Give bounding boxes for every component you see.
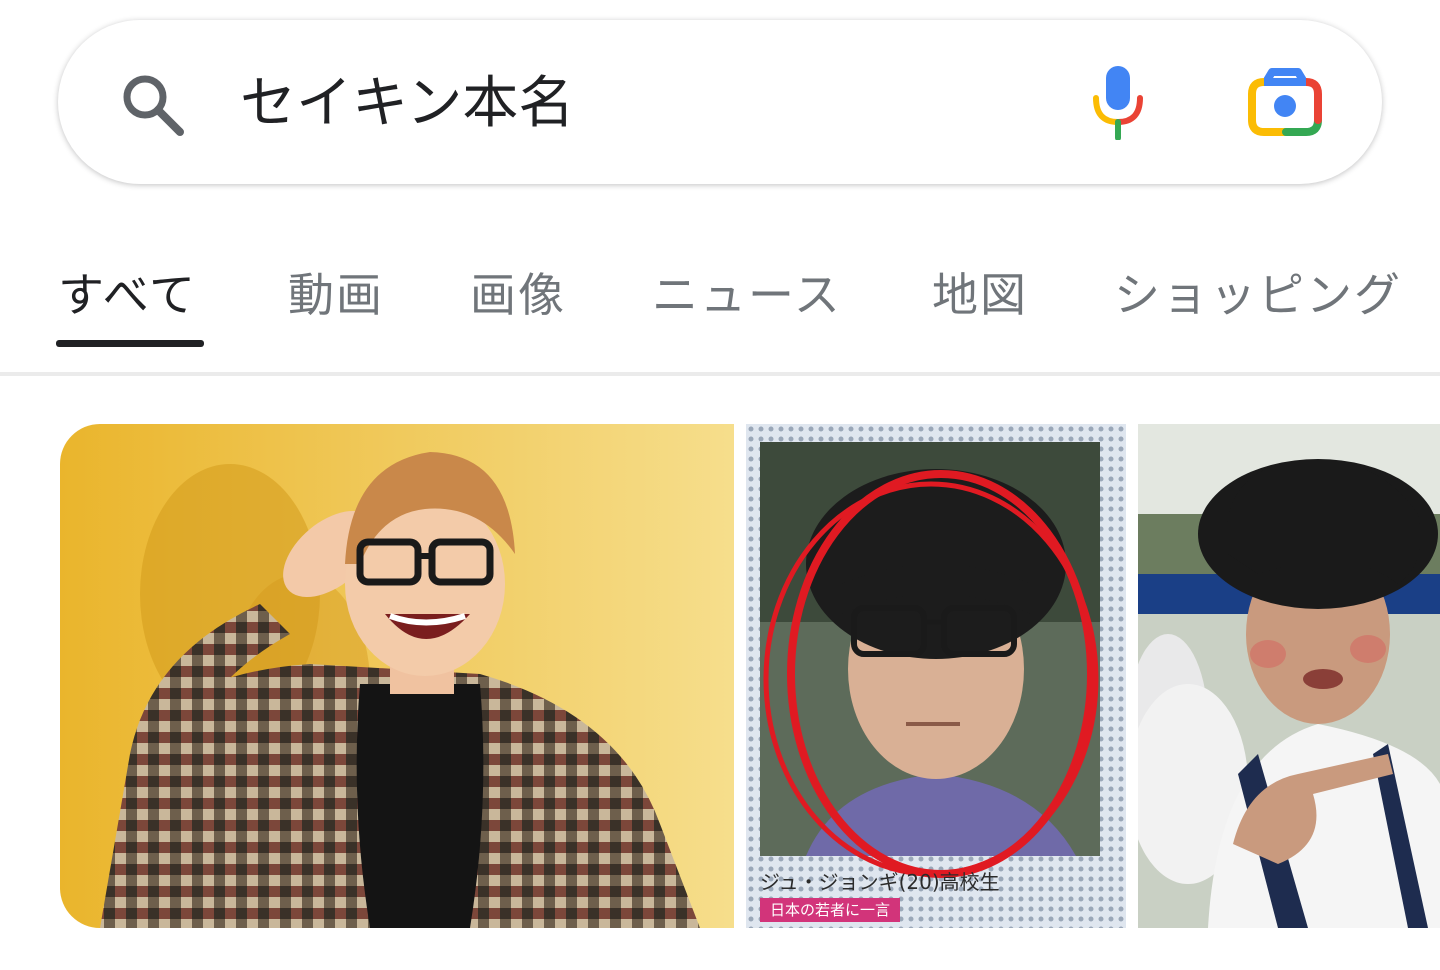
tabs-divider bbox=[0, 372, 1440, 376]
tab-videos[interactable]: 動画 bbox=[288, 260, 384, 330]
result-3-picture bbox=[1138, 424, 1440, 928]
magazine-caption: ジュ・ジョンギ(20)高校生 bbox=[760, 870, 1000, 894]
result-2-picture bbox=[746, 424, 1126, 928]
microphone-icon[interactable] bbox=[1088, 64, 1148, 140]
tab-images[interactable]: 画像 bbox=[470, 260, 566, 330]
tab-news[interactable]: ニュース bbox=[652, 260, 842, 330]
image-result-3[interactable] bbox=[1138, 424, 1440, 928]
active-tab-indicator bbox=[56, 340, 204, 347]
search-input[interactable]: セイキン本名 bbox=[240, 66, 1000, 142]
result-1-picture bbox=[60, 424, 734, 928]
tab-maps[interactable]: 地図 bbox=[932, 260, 1028, 330]
tab-shopping[interactable]: ショッピング bbox=[1114, 260, 1402, 330]
image-result-1[interactable] bbox=[60, 424, 734, 928]
search-icon[interactable] bbox=[118, 70, 186, 138]
magazine-tag: 日本の若者に一言 bbox=[760, 898, 901, 922]
tab-all[interactable]: すべて bbox=[58, 260, 197, 330]
image-result-2[interactable]: ジュ・ジョンギ(20)高校生 日本の若者に一言 bbox=[746, 424, 1126, 928]
google-lens-icon[interactable] bbox=[1246, 68, 1324, 136]
search-tabs: すべて 動画 画像 ニュース 地図 ショッピング bbox=[0, 230, 1440, 370]
